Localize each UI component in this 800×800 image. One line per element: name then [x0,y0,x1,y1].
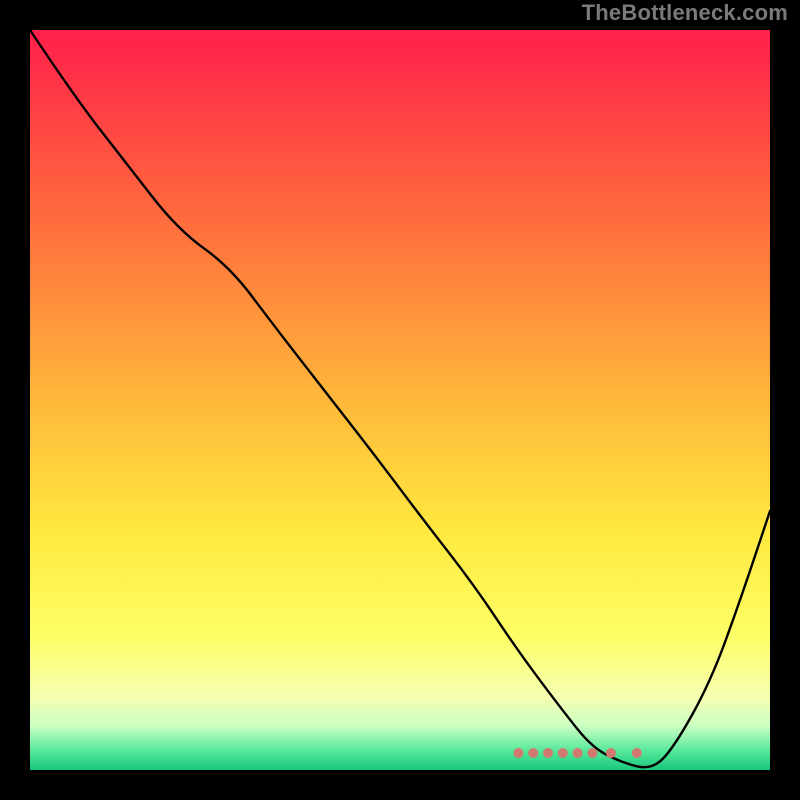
marker-dot [573,748,583,758]
marker-dot [513,748,523,758]
marker-dot [543,748,553,758]
chart-stage: TheBottleneck.com [0,0,800,800]
marker-dot [528,748,538,758]
marker-dot [587,748,597,758]
marker-dot [558,748,568,758]
plot-background [30,30,770,770]
marker-dot [632,748,642,758]
bottleneck-chart [0,0,800,800]
watermark-text: TheBottleneck.com [582,0,788,26]
marker-dot [606,748,616,758]
